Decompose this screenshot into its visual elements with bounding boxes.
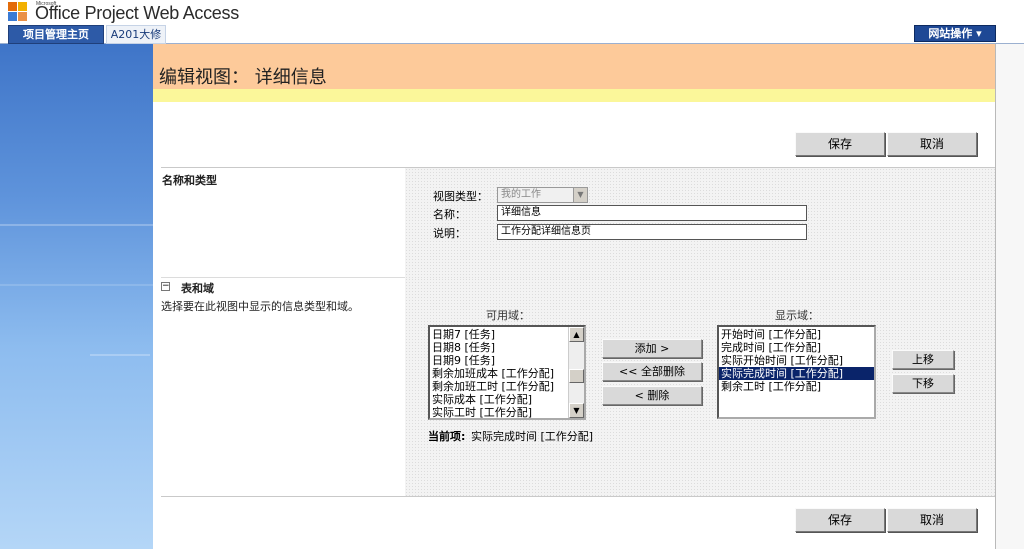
view-type-select: 我的工作 ▼ <box>497 187 588 203</box>
tab-project-home[interactable]: 项目管理主页 <box>8 25 104 44</box>
remove-field-button[interactable]: < 删除 <box>602 386 702 405</box>
displayed-fields-label: 显示域： <box>775 309 819 322</box>
name-type-panel <box>405 168 995 278</box>
save-button-top[interactable]: 保存 <box>795 132 885 156</box>
office-logo-icon <box>8 2 32 22</box>
name-label: 名称： <box>433 208 466 221</box>
list-item[interactable]: 完成时间 [工作分配] <box>719 341 874 354</box>
section-title-name-type: 名称和类型 <box>162 174 217 187</box>
move-down-button[interactable]: 下移 <box>892 374 954 393</box>
current-item-value: 实际完成时间 [工作分配] <box>471 430 594 443</box>
available-list-scrollbar[interactable]: ▲ ▼ <box>568 327 584 418</box>
list-item[interactable]: 实际完成时间 [工作分配] <box>719 366 874 381</box>
description-input[interactable]: 工作分配详细信息页 <box>497 224 807 240</box>
save-button-bottom[interactable]: 保存 <box>795 508 885 532</box>
name-input[interactable]: 详细信息 <box>497 205 807 221</box>
page-title: 编辑视图： 详细信息 <box>159 67 327 88</box>
title-band: 编辑视图： 详细信息 <box>153 44 995 89</box>
available-fields-list[interactable]: 日期7 [任务] 日期8 [任务] 日期9 [任务] 剩余加班成本 [工作分配] 剩余加… <box>428 325 586 420</box>
remove-all-button[interactable]: << 全部删除 <box>602 362 702 381</box>
tab-a201[interactable]: A201大修 <box>106 25 166 44</box>
section-divider <box>161 496 995 497</box>
list-item[interactable]: 剩余加班工时 [工作分配] <box>430 380 584 393</box>
add-field-button[interactable]: 添加 > <box>602 339 702 358</box>
title-accent-band <box>153 89 995 102</box>
list-item[interactable]: 实际工时 [工作分配] <box>430 406 584 418</box>
scroll-down-icon[interactable]: ▼ <box>569 403 584 418</box>
list-item[interactable]: 日期8 [任务] <box>430 341 584 354</box>
list-item[interactable]: 开始时间 [工作分配] <box>719 328 874 341</box>
description-label: 说明： <box>433 227 466 240</box>
brand-title: Office Project Web Access <box>35 3 239 23</box>
list-item[interactable]: 剩余加班成本 [工作分配] <box>430 367 584 380</box>
move-up-button[interactable]: 上移 <box>892 350 954 369</box>
section-description: 选择要在此视图中显示的信息类型和域。 <box>161 300 359 313</box>
list-item[interactable]: 实际成本 [工作分配] <box>430 393 584 406</box>
current-item-label: 当前项: <box>428 430 466 443</box>
cancel-button-top[interactable]: 取消 <box>887 132 977 156</box>
list-item[interactable]: 日期7 [任务] <box>430 328 584 341</box>
list-item[interactable]: 日期9 [任务] <box>430 354 584 367</box>
top-nav-bar: 项目管理主页 A201大修 <box>0 25 1024 44</box>
app-header: Microsoft Office Project Web Access <box>0 0 1024 25</box>
available-fields-label: 可用域： <box>486 309 530 322</box>
displayed-fields-list[interactable]: 开始时间 [工作分配] 完成时间 [工作分配] 实际开始时间 [工作分配] 实际完成时… <box>717 325 876 419</box>
site-actions-menu[interactable]: 网站操作 ▾ <box>914 25 996 42</box>
cancel-button-bottom[interactable]: 取消 <box>887 508 977 532</box>
list-item[interactable]: 剩余工时 [工作分配] <box>719 380 874 393</box>
left-sidebar <box>0 44 153 549</box>
chevron-down-icon: ▼ <box>573 188 587 202</box>
section-title-tables-fields: 表和域 <box>181 282 214 295</box>
main-content: 编辑视图： 详细信息 保存 取消 名称和类型 视图类型： 我的工作 ▼ 名称： … <box>153 44 995 549</box>
collapse-minus-icon[interactable]: − <box>161 282 170 291</box>
scroll-up-icon[interactable]: ▲ <box>569 327 584 342</box>
view-type-label: 视图类型： <box>433 190 488 203</box>
scroll-thumb[interactable] <box>569 369 584 383</box>
right-edge-strip <box>995 44 1024 549</box>
view-type-value: 我的工作 <box>501 189 541 200</box>
list-item[interactable]: 实际开始时间 [工作分配] <box>719 354 874 367</box>
